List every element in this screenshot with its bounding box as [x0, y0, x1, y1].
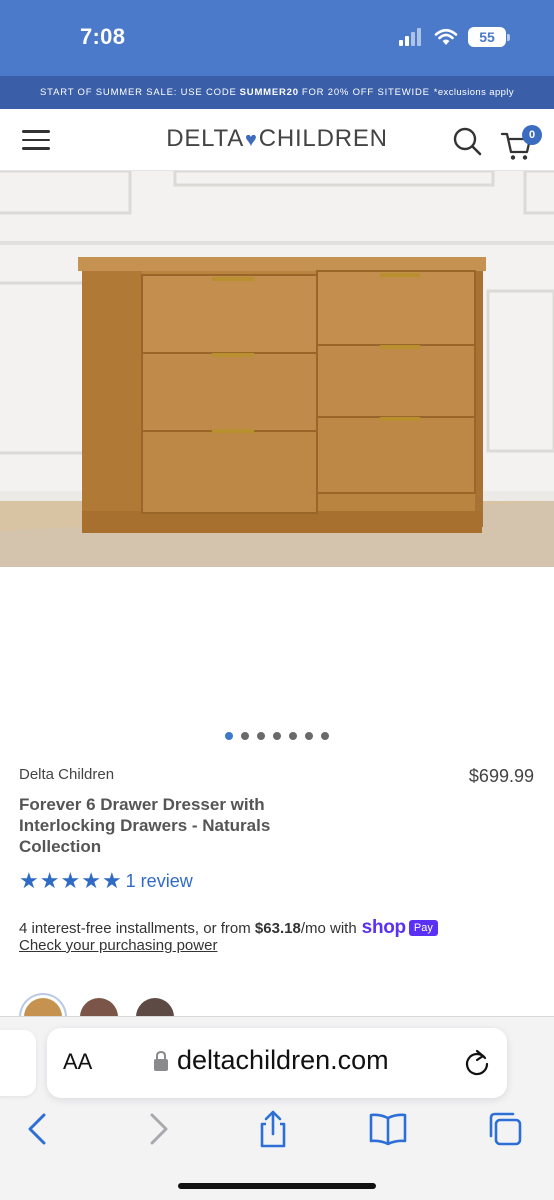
installments-amount: $63.18: [254, 919, 301, 937]
status-time: 7:08: [80, 24, 126, 49]
status-icons: 55: [398, 27, 510, 47]
installments-prefix: 4 interest-free installments, or from: [19, 919, 251, 937]
signal-icon: [399, 28, 421, 46]
url-text: deltachildren.com: [177, 1045, 389, 1075]
dresser-image: [0, 171, 554, 567]
url-display[interactable]: deltachildren.com: [153, 1045, 389, 1076]
page-settings-button[interactable]: AA: [63, 1049, 92, 1075]
promo-text-after: FOR 20% OFF SITEWIDE: [301, 87, 430, 98]
wifi-icon: [434, 28, 458, 45]
pagination-dot[interactable]: [289, 732, 297, 740]
star-icon: ★: [19, 868, 39, 893]
bookmarks-icon[interactable]: [368, 1109, 408, 1149]
home-indicator: [178, 1183, 376, 1189]
installments-suffix: /mo with: [300, 919, 357, 937]
address-bar[interactable]: AA deltachildren.com: [47, 1028, 507, 1098]
shop-pay-logo: shop: [361, 917, 406, 938]
product-price: $699.99: [468, 766, 534, 786]
site-header: DELTA♥CHILDREN 0: [0, 109, 554, 171]
promo-code: SUMMER20: [239, 87, 299, 98]
promo-exclusions: *exclusions apply: [433, 87, 514, 98]
pagination-dot[interactable]: [225, 732, 233, 740]
previous-tab-preview[interactable]: [0, 1030, 36, 1096]
product-brand[interactable]: Delta Children: [19, 766, 114, 783]
star-icon: ★: [81, 868, 101, 893]
shop-pay-badge: Pay: [408, 920, 438, 936]
heart-icon: ♥: [245, 129, 258, 151]
browser-toolbar: AA deltachildren.com: [0, 1016, 554, 1200]
product-title: Forever 6 Drawer Dresser with Interlocki…: [19, 795, 271, 856]
image-whitespace: [0, 567, 554, 717]
logo-delta: DELTA: [166, 125, 244, 152]
product-rating[interactable]: ★ ★ ★ ★ ★ 1 review: [19, 870, 193, 892]
review-count-link[interactable]: 1 review: [126, 871, 193, 892]
pagination-dot[interactable]: [257, 732, 265, 740]
cart-count-badge: 0: [522, 125, 542, 145]
forward-icon[interactable]: [138, 1109, 178, 1149]
tabs-icon[interactable]: [486, 1109, 526, 1149]
check-purchasing-power-link[interactable]: Check your purchasing power: [19, 937, 217, 954]
back-icon[interactable]: [18, 1109, 58, 1149]
image-pagination[interactable]: [0, 732, 554, 740]
pagination-dot[interactable]: [305, 732, 313, 740]
reload-icon[interactable]: [463, 1048, 491, 1078]
star-icon: ★: [39, 868, 60, 893]
installments-info: 4 interest-free installments, or from $6…: [19, 917, 438, 939]
pagination-dot[interactable]: [273, 732, 281, 740]
share-icon[interactable]: [253, 1109, 293, 1149]
product-image[interactable]: [0, 171, 554, 567]
lock-icon: [154, 1050, 168, 1071]
battery-icon: 55: [468, 27, 510, 47]
pagination-dot[interactable]: [321, 732, 329, 740]
star-icon: ★: [60, 868, 81, 893]
pagination-dot[interactable]: [241, 732, 249, 740]
promo-banner[interactable]: START OF SUMMER SALE: USE CODE SUMMER20 …: [0, 76, 554, 109]
logo-children: CHILDREN: [258, 125, 388, 152]
promo-text: START OF SUMMER SALE: USE CODE: [40, 87, 237, 98]
status-bar: 7:08 55: [0, 0, 554, 76]
cart-button[interactable]: 0: [500, 123, 542, 163]
search-icon[interactable]: [451, 125, 483, 157]
star-icon: ★: [101, 868, 122, 893]
